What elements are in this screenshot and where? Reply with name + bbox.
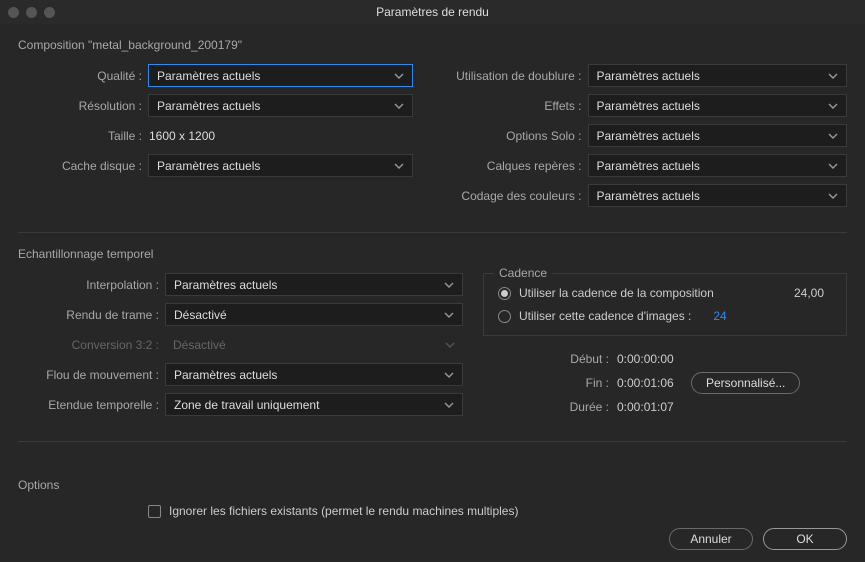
use-comp-frame-rate-label: Utiliser la cadence de la composition bbox=[519, 286, 714, 300]
title-bar: Paramètres de rendu bbox=[0, 0, 865, 24]
duration-label: Durée : bbox=[483, 400, 609, 414]
size-label: Taille : bbox=[18, 129, 148, 143]
pulldown-value: Désactivé bbox=[173, 338, 226, 352]
temporal-sampling-title: Echantillonnage temporel bbox=[18, 247, 847, 261]
resolution-label: Résolution : bbox=[18, 99, 148, 113]
proxy-select[interactable]: Paramètres actuels bbox=[588, 64, 848, 87]
custom-time-button[interactable]: Personnalisé... bbox=[691, 372, 800, 394]
chevron-down-icon bbox=[394, 101, 404, 111]
chevron-down-icon bbox=[828, 131, 838, 141]
frame-rate-input[interactable]: 24 bbox=[713, 309, 726, 323]
size-value: 1600 x 1200 bbox=[148, 129, 413, 143]
field-render-select[interactable]: Désactivé bbox=[165, 303, 463, 326]
resolution-value: Paramètres actuels bbox=[157, 99, 260, 113]
chevron-down-icon bbox=[394, 161, 404, 171]
solo-value: Paramètres actuels bbox=[597, 129, 700, 143]
chevron-down-icon bbox=[444, 400, 454, 410]
frame-rate-legend: Cadence bbox=[494, 266, 552, 280]
minimize-window-icon[interactable] bbox=[26, 7, 37, 18]
frame-rate-group: Cadence Utiliser la cadence de la compos… bbox=[483, 273, 847, 336]
solo-label: Options Solo : bbox=[453, 129, 588, 143]
chevron-down-icon bbox=[394, 71, 404, 81]
color-depth-value: Paramètres actuels bbox=[597, 189, 700, 203]
proxy-value: Paramètres actuels bbox=[597, 69, 700, 83]
start-label: Début : bbox=[483, 352, 609, 366]
motion-blur-value: Paramètres actuels bbox=[174, 368, 277, 382]
disk-cache-label: Cache disque : bbox=[18, 159, 148, 173]
color-depth-select[interactable]: Paramètres actuels bbox=[588, 184, 848, 207]
guide-layers-select[interactable]: Paramètres actuels bbox=[588, 154, 848, 177]
maximize-window-icon[interactable] bbox=[44, 7, 55, 18]
quality-value: Paramètres actuels bbox=[157, 69, 260, 83]
effects-select[interactable]: Paramètres actuels bbox=[588, 94, 848, 117]
chevron-down-icon bbox=[445, 340, 455, 350]
start-value: 0:00:00:00 bbox=[617, 352, 683, 366]
use-comp-frame-rate-radio[interactable] bbox=[498, 287, 511, 300]
close-window-icon[interactable] bbox=[8, 7, 19, 18]
comp-frame-rate-value: 24,00 bbox=[794, 286, 832, 300]
pulldown-label: Conversion 3:2 : bbox=[18, 338, 165, 352]
interpolation-label: Interpolation : bbox=[18, 278, 165, 292]
chevron-down-icon bbox=[444, 370, 454, 380]
chevron-down-icon bbox=[444, 310, 454, 320]
end-label: Fin : bbox=[483, 376, 609, 390]
skip-existing-label: Ignorer les fichiers existants (permet l… bbox=[169, 504, 518, 518]
time-span-value: Zone de travail uniquement bbox=[174, 398, 319, 412]
ok-button[interactable]: OK bbox=[763, 528, 847, 550]
interpolation-select[interactable]: Paramètres actuels bbox=[165, 273, 463, 296]
motion-blur-select[interactable]: Paramètres actuels bbox=[165, 363, 463, 386]
use-this-frame-rate-radio[interactable] bbox=[498, 310, 511, 323]
effects-label: Effets : bbox=[453, 99, 588, 113]
use-this-frame-rate-label: Utiliser cette cadence d'images : bbox=[519, 309, 691, 323]
composition-name: Composition "metal_background_200179" bbox=[18, 38, 847, 52]
chevron-down-icon bbox=[828, 101, 838, 111]
time-span-label: Etendue temporelle : bbox=[18, 398, 165, 412]
chevron-down-icon bbox=[828, 71, 838, 81]
options-title: Options bbox=[18, 478, 847, 492]
proxy-label: Utilisation de doublure : bbox=[453, 69, 588, 83]
solo-select[interactable]: Paramètres actuels bbox=[588, 124, 848, 147]
duration-value: 0:00:01:07 bbox=[617, 400, 683, 414]
field-render-value: Désactivé bbox=[174, 308, 227, 322]
disk-cache-value: Paramètres actuels bbox=[157, 159, 260, 173]
divider bbox=[18, 232, 847, 233]
color-depth-label: Codage des couleurs : bbox=[453, 189, 588, 203]
divider bbox=[18, 441, 847, 442]
guide-layers-label: Calques repères : bbox=[453, 159, 588, 173]
interpolation-value: Paramètres actuels bbox=[174, 278, 277, 292]
motion-blur-label: Flou de mouvement : bbox=[18, 368, 165, 382]
quality-label: Qualité : bbox=[18, 69, 148, 83]
chevron-down-icon bbox=[828, 191, 838, 201]
window-title: Paramètres de rendu bbox=[376, 5, 489, 19]
skip-existing-checkbox[interactable] bbox=[148, 505, 161, 518]
window-controls bbox=[8, 7, 55, 18]
resolution-select[interactable]: Paramètres actuels bbox=[148, 94, 413, 117]
chevron-down-icon bbox=[828, 161, 838, 171]
effects-value: Paramètres actuels bbox=[597, 99, 700, 113]
time-span-select[interactable]: Zone de travail uniquement bbox=[165, 393, 463, 416]
pulldown-select: Désactivé bbox=[165, 333, 463, 356]
chevron-down-icon bbox=[444, 280, 454, 290]
quality-select[interactable]: Paramètres actuels bbox=[148, 64, 413, 87]
guide-layers-value: Paramètres actuels bbox=[597, 159, 700, 173]
disk-cache-select[interactable]: Paramètres actuels bbox=[148, 154, 413, 177]
end-value: 0:00:01:06 bbox=[617, 376, 683, 390]
field-render-label: Rendu de trame : bbox=[18, 308, 165, 322]
cancel-button[interactable]: Annuler bbox=[669, 528, 753, 550]
